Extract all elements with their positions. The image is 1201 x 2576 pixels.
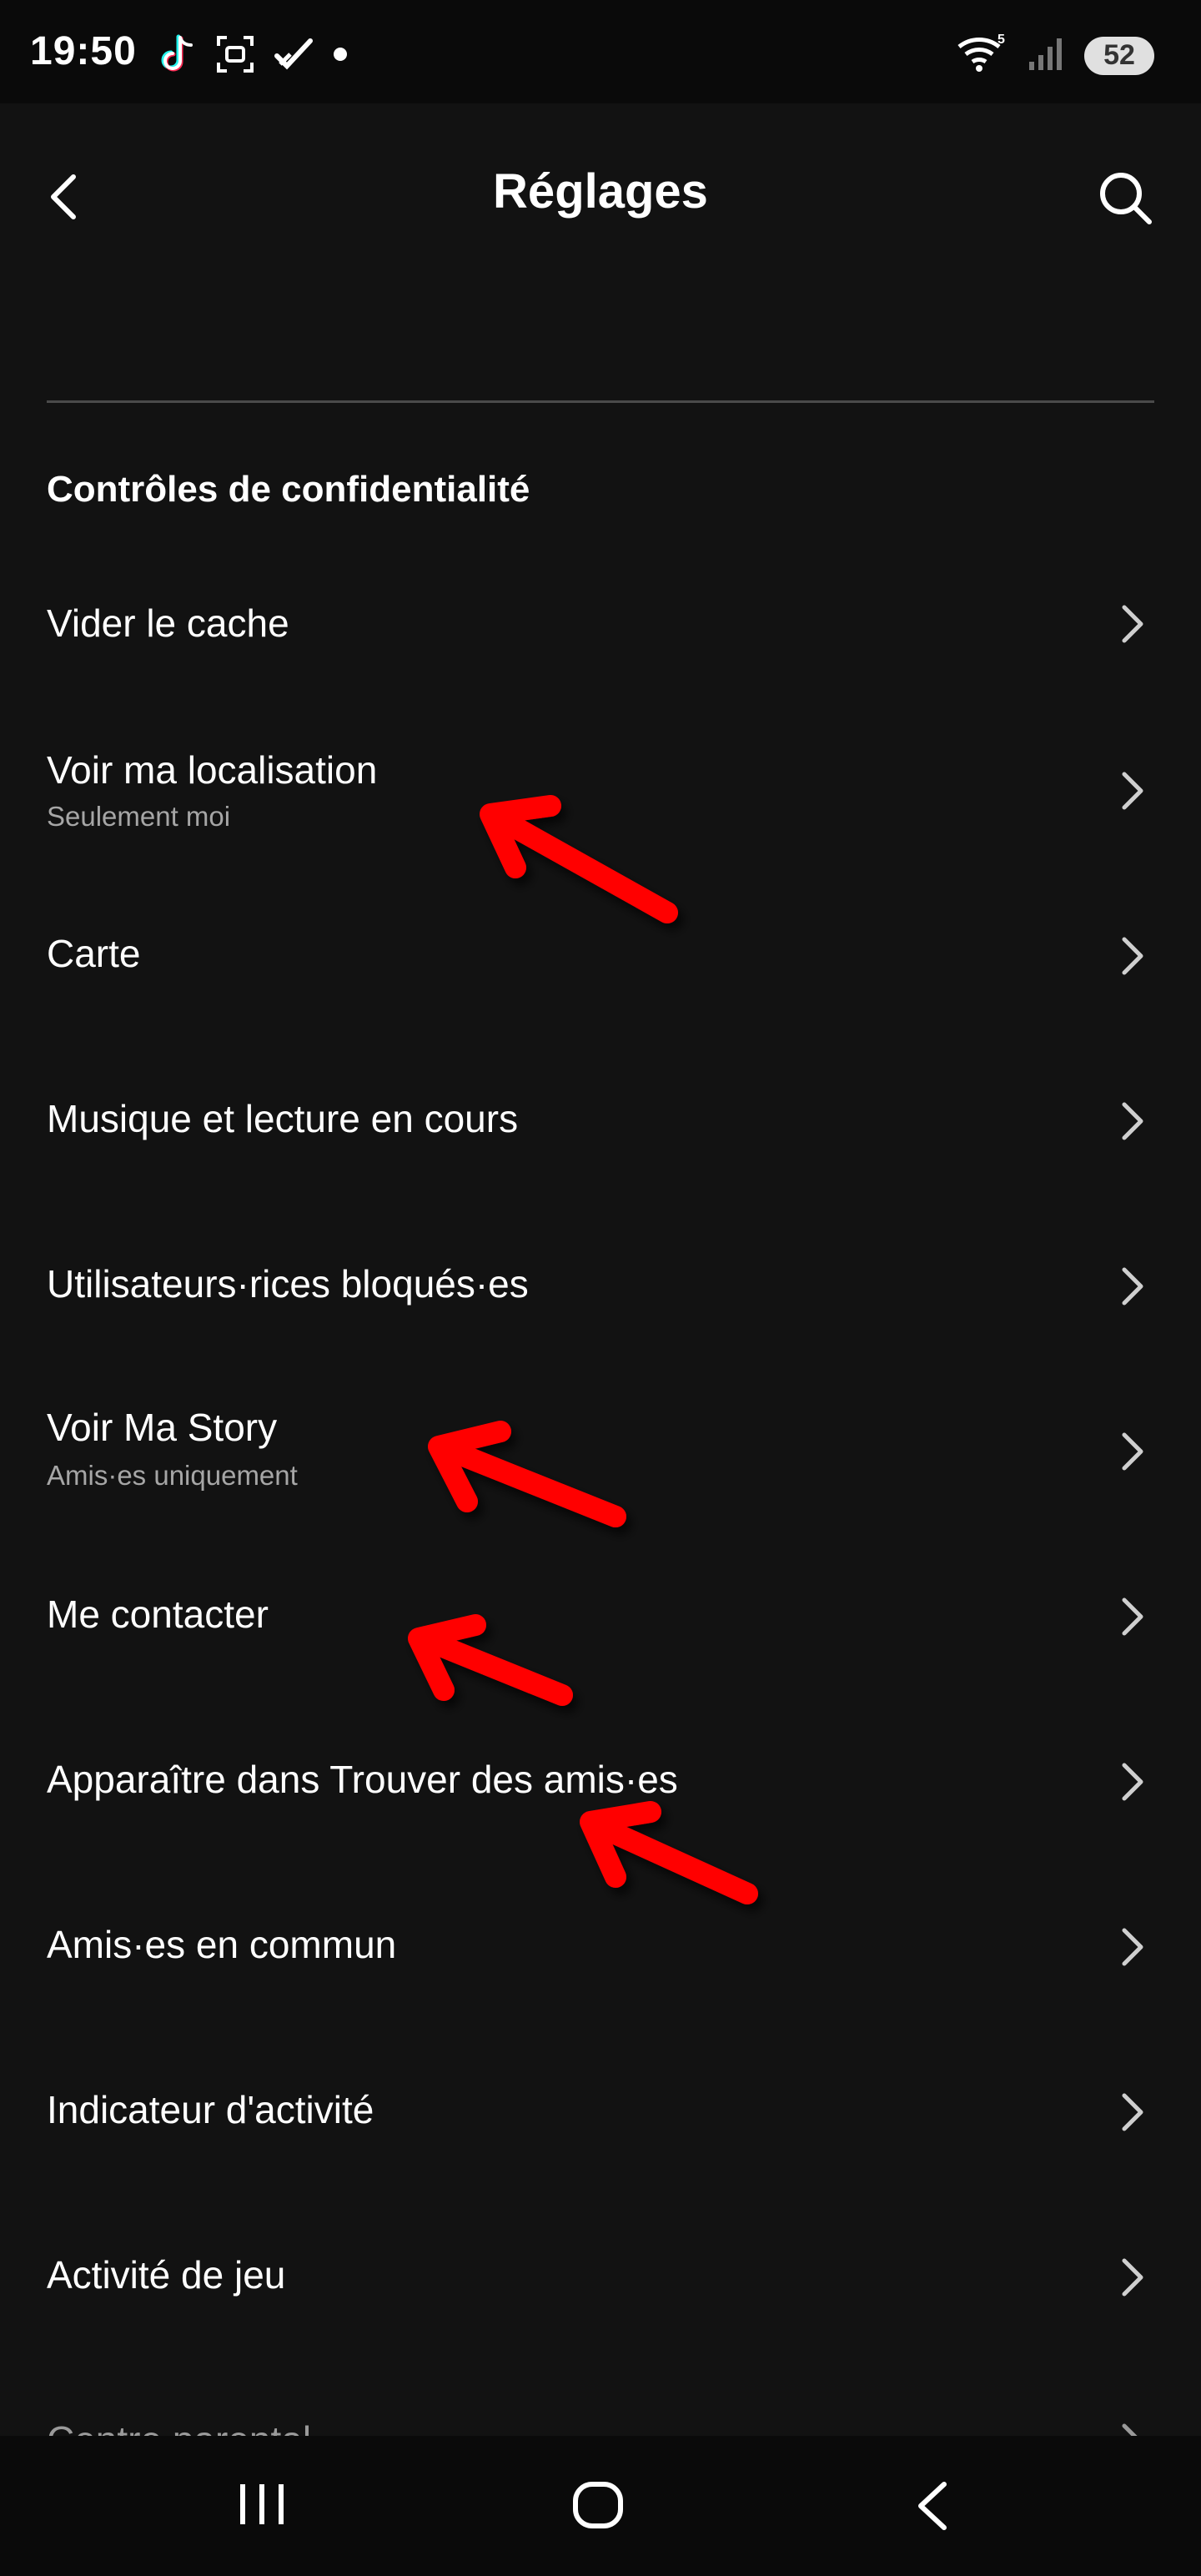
arrow-icon (408, 1614, 573, 1706)
annotation-arrows (408, 795, 758, 1904)
chevron-right-icon (1118, 2090, 1146, 2134)
recents-icon (237, 2484, 287, 2529)
settings-item-label: Activité de jeu (47, 2253, 286, 2297)
home-button[interactable] (572, 2481, 624, 2533)
settings-item-indicateur-activite[interactable]: Indicateur d'activité (0, 2027, 1201, 2192)
arrow-icon (428, 1421, 626, 1527)
recents-button[interactable] (237, 2483, 287, 2530)
chevron-right-icon (1118, 2256, 1146, 2299)
system-nav-bar (0, 2436, 1201, 2576)
settings-item-label: Indicateur d'activité (47, 2088, 374, 2131)
arrow-icon (580, 1801, 758, 1904)
settings-item-activite-de-jeu[interactable]: Activité de jeu (0, 2192, 1201, 2357)
back-icon (914, 2482, 951, 2534)
settings-item-centre-parental[interactable]: Centre parental (0, 2357, 1201, 2462)
back-nav-button[interactable] (914, 2481, 951, 2535)
arrow-icon (480, 795, 678, 923)
home-icon (572, 2482, 624, 2533)
